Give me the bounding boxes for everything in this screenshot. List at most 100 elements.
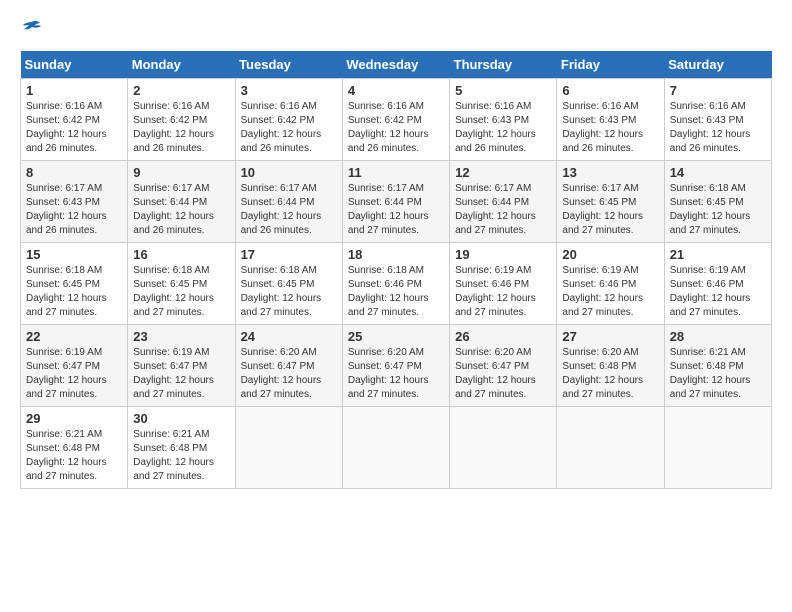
day-number: 9 [133,165,229,180]
calendar-cell: 1 Sunrise: 6:16 AM Sunset: 6:42 PM Daylig… [21,79,128,161]
calendar-cell: 26 Sunrise: 6:20 AM Sunset: 6:47 PM Dayli… [450,325,557,407]
day-info: Sunrise: 6:19 AM Sunset: 6:47 PM Dayligh… [133,346,229,402]
day-info: Sunrise: 6:19 AM Sunset: 6:46 PM Dayligh… [670,264,766,320]
calendar-cell: 7 Sunrise: 6:16 AM Sunset: 6:43 PM Daylig… [664,79,771,161]
calendar-cell: 11 Sunrise: 6:17 AM Sunset: 6:44 PM Dayli… [342,161,449,243]
day-info: Sunrise: 6:17 AM Sunset: 6:44 PM Dayligh… [241,182,337,238]
day-info: Sunrise: 6:16 AM Sunset: 6:42 PM Dayligh… [348,100,444,156]
day-info: Sunrise: 6:20 AM Sunset: 6:47 PM Dayligh… [348,346,444,402]
weekday-header-monday: Monday [128,51,235,79]
day-number: 25 [348,329,444,344]
day-info: Sunrise: 6:21 AM Sunset: 6:48 PM Dayligh… [26,428,122,484]
day-number: 29 [26,411,122,426]
calendar-cell: 27Sunrise: 6:20 AM Sunset: 6:48 PM Dayli… [557,325,664,407]
day-number: 27 [562,329,658,344]
day-info: Sunrise: 6:21 AM Sunset: 6:48 PM Dayligh… [670,346,766,402]
day-number: 2 [133,83,229,98]
day-number: 24 [241,329,337,344]
day-info: Sunrise: 6:17 AM Sunset: 6:44 PM Dayligh… [133,182,229,238]
day-info: Sunrise: 6:16 AM Sunset: 6:43 PM Dayligh… [562,100,658,156]
day-number: 7 [670,83,766,98]
calendar-table: SundayMondayTuesdayWednesdayThursdayFrid… [20,51,772,489]
calendar-cell: 2 Sunrise: 6:16 AM Sunset: 6:42 PM Daylig… [128,79,235,161]
day-number: 13 [562,165,658,180]
day-number: 18 [348,247,444,262]
day-info: Sunrise: 6:17 AM Sunset: 6:43 PM Dayligh… [26,182,122,238]
calendar-cell: 29 Sunrise: 6:21 AM Sunset: 6:48 PM Dayli… [21,407,128,489]
calendar-cell: 30 Sunrise: 6:21 AM Sunset: 6:48 PM Dayli… [128,407,235,489]
calendar-cell: 25 Sunrise: 6:20 AM Sunset: 6:47 PM Dayli… [342,325,449,407]
day-number: 4 [348,83,444,98]
day-number: 19 [455,247,551,262]
calendar-cell: 20 Sunrise: 6:19 AM Sunset: 6:46 PM Dayli… [557,243,664,325]
day-number: 30 [133,411,229,426]
day-number: 11 [348,165,444,180]
day-info: Sunrise: 6:18 AM Sunset: 6:46 PM Dayligh… [348,264,444,320]
calendar-cell: 23 Sunrise: 6:19 AM Sunset: 6:47 PM Dayli… [128,325,235,407]
day-info: Sunrise: 6:17 AM Sunset: 6:44 PM Dayligh… [348,182,444,238]
day-info: Sunrise: 6:17 AM Sunset: 6:44 PM Dayligh… [455,182,551,238]
calendar-cell: 15 Sunrise: 6:18 AM Sunset: 6:45 PM Dayli… [21,243,128,325]
calendar-cell: 22 Sunrise: 6:19 AM Sunset: 6:47 PM Dayli… [21,325,128,407]
calendar-cell: 14Sunrise: 6:18 AM Sunset: 6:45 PM Dayli… [664,161,771,243]
day-number: 16 [133,247,229,262]
day-number: 10 [241,165,337,180]
weekday-header-friday: Friday [557,51,664,79]
day-number: 6 [562,83,658,98]
day-number: 14 [670,165,766,180]
day-info: Sunrise: 6:17 AM Sunset: 6:45 PM Dayligh… [562,182,658,238]
calendar-cell [664,407,771,489]
calendar-cell: 13 Sunrise: 6:17 AM Sunset: 6:45 PM Dayli… [557,161,664,243]
calendar-cell: 17 Sunrise: 6:18 AM Sunset: 6:45 PM Dayli… [235,243,342,325]
day-info: Sunrise: 6:16 AM Sunset: 6:42 PM Dayligh… [133,100,229,156]
day-number: 28 [670,329,766,344]
calendar-cell: 9 Sunrise: 6:17 AM Sunset: 6:44 PM Daylig… [128,161,235,243]
day-number: 3 [241,83,337,98]
calendar-cell [450,407,557,489]
weekday-header-tuesday: Tuesday [235,51,342,79]
day-number: 26 [455,329,551,344]
day-info: Sunrise: 6:19 AM Sunset: 6:47 PM Dayligh… [26,346,122,402]
day-number: 22 [26,329,122,344]
day-info: Sunrise: 6:18 AM Sunset: 6:45 PM Dayligh… [133,264,229,320]
weekday-header-wednesday: Wednesday [342,51,449,79]
weekday-header-sunday: Sunday [21,51,128,79]
calendar-cell: 6 Sunrise: 6:16 AM Sunset: 6:43 PM Daylig… [557,79,664,161]
day-info: Sunrise: 6:19 AM Sunset: 6:46 PM Dayligh… [562,264,658,320]
day-number: 8 [26,165,122,180]
calendar-cell: 19Sunrise: 6:19 AM Sunset: 6:46 PM Dayli… [450,243,557,325]
day-number: 21 [670,247,766,262]
weekday-header-saturday: Saturday [664,51,771,79]
day-number: 1 [26,83,122,98]
calendar-cell: 21 Sunrise: 6:19 AM Sunset: 6:46 PM Dayli… [664,243,771,325]
day-number: 20 [562,247,658,262]
calendar-cell: 3Sunrise: 6:16 AM Sunset: 6:42 PM Daylig… [235,79,342,161]
calendar-cell: 16 Sunrise: 6:18 AM Sunset: 6:45 PM Dayli… [128,243,235,325]
calendar-cell: 8 Sunrise: 6:17 AM Sunset: 6:43 PM Daylig… [21,161,128,243]
calendar-cell [557,407,664,489]
logo [20,20,42,41]
day-number: 23 [133,329,229,344]
day-info: Sunrise: 6:20 AM Sunset: 6:47 PM Dayligh… [241,346,337,402]
calendar-cell: 4 Sunrise: 6:16 AM Sunset: 6:42 PM Daylig… [342,79,449,161]
calendar-cell: 24 Sunrise: 6:20 AM Sunset: 6:47 PM Dayli… [235,325,342,407]
day-number: 5 [455,83,551,98]
calendar-cell [342,407,449,489]
day-info: Sunrise: 6:18 AM Sunset: 6:45 PM Dayligh… [241,264,337,320]
calendar-cell: 28 Sunrise: 6:21 AM Sunset: 6:48 PM Dayli… [664,325,771,407]
day-number: 15 [26,247,122,262]
bird-icon [22,20,42,41]
day-number: 17 [241,247,337,262]
day-info: Sunrise: 6:20 AM Sunset: 6:47 PM Dayligh… [455,346,551,402]
weekday-header-thursday: Thursday [450,51,557,79]
calendar-cell [235,407,342,489]
calendar-cell: 5 Sunrise: 6:16 AM Sunset: 6:43 PM Daylig… [450,79,557,161]
day-number: 12 [455,165,551,180]
day-info: Sunrise: 6:21 AM Sunset: 6:48 PM Dayligh… [133,428,229,484]
day-info: Sunrise: 6:16 AM Sunset: 6:43 PM Dayligh… [455,100,551,156]
day-info: Sunrise: 6:18 AM Sunset: 6:45 PM Dayligh… [26,264,122,320]
day-info: Sunrise: 6:16 AM Sunset: 6:42 PM Dayligh… [26,100,122,156]
calendar-cell: 12 Sunrise: 6:17 AM Sunset: 6:44 PM Dayli… [450,161,557,243]
page-header [20,20,772,41]
day-info: Sunrise: 6:16 AM Sunset: 6:43 PM Dayligh… [670,100,766,156]
